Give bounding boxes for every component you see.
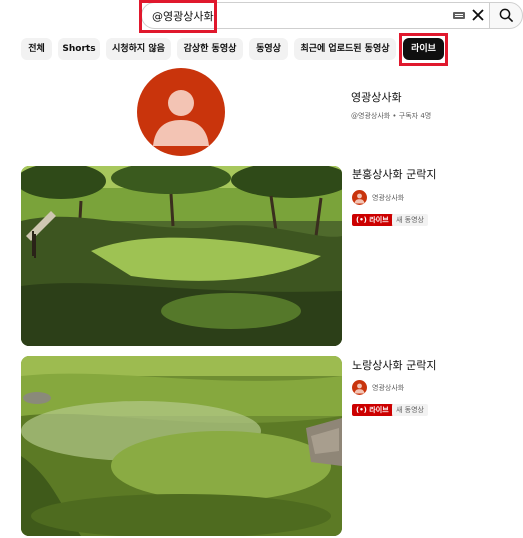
search-input[interactable]: @영광상사화: [152, 8, 214, 24]
video-thumbnail-2[interactable]: [21, 356, 342, 536]
default-person-icon: [354, 193, 365, 204]
video-channel-avatar-2[interactable]: [352, 380, 367, 395]
channel-meta: @영광상사화 • 구독자 4명: [351, 112, 432, 120]
new-video-badge-2: 새 동영상: [392, 404, 428, 416]
video-title-2[interactable]: 노랑상사화 군락지: [352, 357, 436, 373]
default-person-icon: [153, 90, 209, 146]
channel-avatar[interactable]: [137, 68, 225, 156]
video-thumbnail-1[interactable]: [21, 166, 342, 346]
live-badge-1: (•) 라이브: [352, 214, 393, 226]
search-icon: [499, 8, 514, 23]
chip-live[interactable]: 라이브: [403, 38, 444, 60]
forest-thumbnail-image: [21, 166, 342, 346]
chip-recently-uploaded[interactable]: 최근에 업로드된 동영상: [294, 38, 396, 60]
meadow-thumbnail-image: [21, 356, 342, 536]
chip-unwatched[interactable]: 시청하지 않음: [106, 38, 171, 60]
clear-icon[interactable]: [469, 6, 487, 24]
keyboard-icon[interactable]: [453, 12, 465, 19]
live-badge-2: (•) 라이브: [352, 404, 393, 416]
channel-name[interactable]: 영광상사화: [351, 89, 402, 105]
chip-shorts[interactable]: Shorts: [58, 38, 100, 60]
search-button[interactable]: [489, 2, 523, 29]
video-channel-name-1[interactable]: 영광상사화: [372, 193, 404, 203]
chip-all[interactable]: 전체: [21, 38, 52, 60]
chip-videos[interactable]: 동영상: [249, 38, 288, 60]
video-channel-name-2[interactable]: 영광상사화: [372, 383, 404, 393]
search-box[interactable]: @영광상사화: [141, 2, 490, 29]
new-video-badge-1: 새 동영상: [392, 214, 428, 226]
video-title-1[interactable]: 분홍상사화 군락지: [352, 166, 436, 182]
chip-watched[interactable]: 감상한 동영상: [177, 38, 243, 60]
video-channel-avatar-1[interactable]: [352, 190, 367, 205]
default-person-icon: [354, 383, 365, 394]
